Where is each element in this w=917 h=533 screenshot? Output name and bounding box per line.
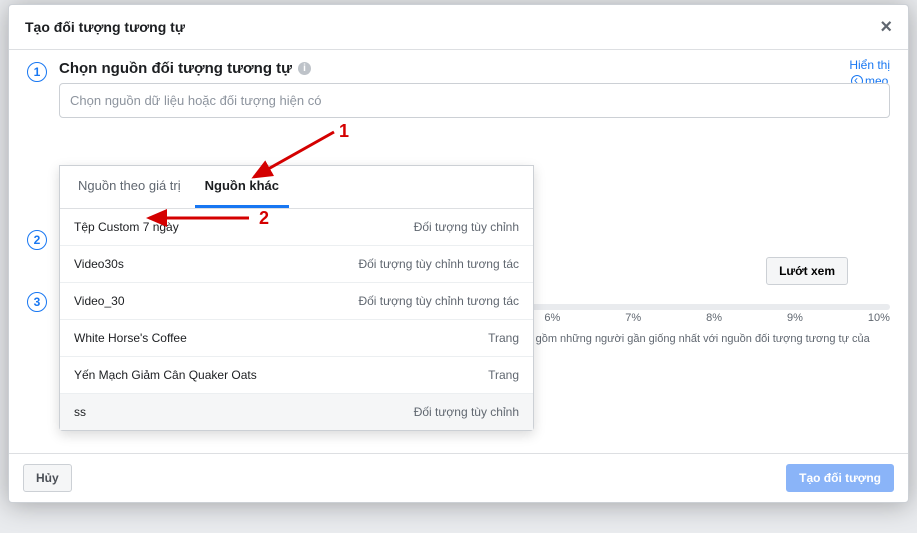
- tick: 6%: [544, 312, 560, 324]
- dropdown-list: Tệp Custom 7 ngày Đối tượng tùy chỉnh Vi…: [60, 209, 533, 430]
- step-1-content: Chọn nguồn đối tượng tương tự i: [59, 60, 890, 118]
- item-type: Trang: [488, 331, 519, 345]
- step-1-title: Chọn nguồn đối tượng tương tự: [59, 60, 292, 77]
- item-name: Yến Mạch Giảm Cân Quaker Oats: [74, 368, 257, 382]
- item-name: White Horse's Coffee: [74, 331, 187, 345]
- create-audience-button[interactable]: Tạo đối tượng: [786, 464, 894, 492]
- modal-title: Tạo đối tượng tương tự: [25, 19, 185, 35]
- browse-button[interactable]: Lướt xem: [766, 257, 848, 285]
- item-type: Đối tượng tùy chỉnh: [414, 220, 519, 234]
- step-1-title-row: Chọn nguồn đối tượng tương tự i: [59, 60, 890, 77]
- item-type: Đối tượng tùy chỉnh tương tác: [358, 294, 519, 308]
- list-item[interactable]: ss Đối tượng tùy chỉnh: [60, 394, 533, 430]
- list-item[interactable]: Video_30 Đối tượng tùy chỉnh tương tác: [60, 283, 533, 320]
- cancel-button[interactable]: Hủy: [23, 464, 72, 492]
- info-icon[interactable]: i: [298, 62, 311, 75]
- list-item[interactable]: Tệp Custom 7 ngày Đối tượng tùy chỉnh: [60, 209, 533, 246]
- annotation-label-1: 1: [339, 121, 349, 141]
- item-name: ss: [74, 405, 86, 419]
- list-item[interactable]: Yến Mạch Giảm Cân Quaker Oats Trang: [60, 357, 533, 394]
- list-item[interactable]: White Horse's Coffee Trang: [60, 320, 533, 357]
- item-type: Đối tượng tùy chỉnh tương tác: [358, 257, 519, 271]
- step-badge-2: 2: [27, 230, 47, 250]
- tick: 10%: [868, 312, 890, 324]
- step-badge-3: 3: [27, 292, 47, 312]
- tick: 9%: [787, 312, 803, 324]
- tick: 8%: [706, 312, 722, 324]
- tab-value-sources[interactable]: Nguồn theo giá trị: [68, 166, 191, 208]
- modal-footer: Hủy Tạo đối tượng: [9, 453, 908, 502]
- close-icon[interactable]: ×: [880, 17, 892, 37]
- modal-header: Tạo đối tượng tương tự ×: [9, 5, 908, 50]
- tick: 7%: [625, 312, 641, 324]
- lookalike-modal: Tạo đối tượng tương tự × Hiển thị meo 1 …: [8, 4, 909, 503]
- list-item[interactable]: Video30s Đối tượng tùy chỉnh tương tác: [60, 246, 533, 283]
- item-name: Video30s: [74, 257, 124, 271]
- item-name: Tệp Custom 7 ngày: [74, 220, 179, 234]
- step-badge-1: 1: [27, 62, 47, 82]
- source-input[interactable]: [59, 83, 890, 118]
- tab-other-sources[interactable]: Nguồn khác: [195, 166, 289, 208]
- item-name: Video_30: [74, 294, 125, 308]
- item-type: Trang: [488, 368, 519, 382]
- dropdown-tabs: Nguồn theo giá trị Nguồn khác: [60, 166, 533, 209]
- step-1: 1 Chọn nguồn đối tượng tương tự i: [27, 60, 890, 118]
- source-dropdown: Nguồn theo giá trị Nguồn khác Tệp Custom…: [59, 165, 534, 431]
- item-type: Đối tượng tùy chỉnh: [414, 405, 519, 419]
- modal-body: Hiển thị meo 1 Chọn nguồn đối tượng tươn…: [9, 50, 908, 453]
